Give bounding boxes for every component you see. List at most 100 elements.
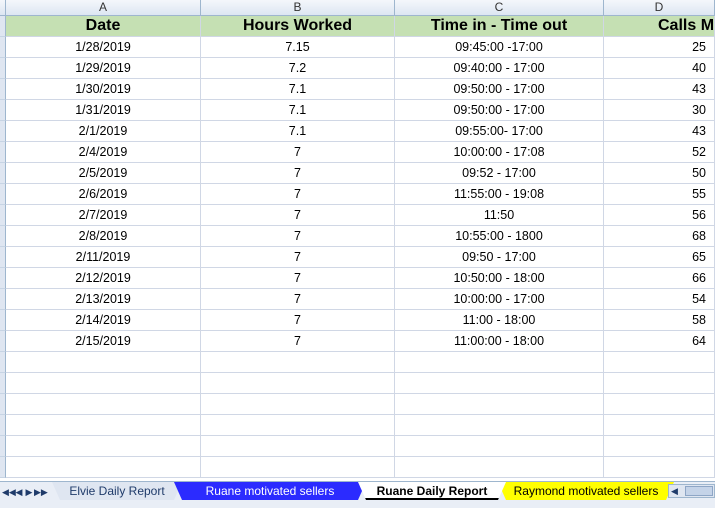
header-cell-date[interactable]: Date — [6, 16, 201, 37]
cell-hours[interactable]: 7.15 — [201, 37, 395, 58]
cell-time[interactable] — [395, 373, 604, 394]
cell-hours[interactable]: 7.1 — [201, 79, 395, 100]
cell-time[interactable]: 09:40:00 - 17:00 — [395, 58, 604, 79]
cell-date[interactable]: 2/12/2019 — [6, 268, 201, 289]
tab-raymond-motivated-sellers[interactable]: Raymond motivated sellers — [498, 482, 674, 500]
header-cell-time[interactable]: Time in - Time out — [395, 16, 604, 37]
cell-date[interactable]: 1/31/2019 — [6, 100, 201, 121]
cell-calls[interactable]: 43 — [604, 79, 715, 100]
cell-calls[interactable]: 43 — [604, 121, 715, 142]
cell-date[interactable] — [6, 373, 201, 394]
cell-date[interactable]: 2/8/2019 — [6, 226, 201, 247]
tab-ruane-motivated-sellers[interactable]: Ruane motivated sellers — [174, 482, 366, 500]
header-cell-hours[interactable]: Hours Worked — [201, 16, 395, 37]
cell-date[interactable]: 2/11/2019 — [6, 247, 201, 268]
cell-calls[interactable]: 55 — [604, 184, 715, 205]
cell-time[interactable]: 10:50:00 - 18:00 — [395, 268, 604, 289]
cell-time[interactable] — [395, 394, 604, 415]
cell-time[interactable]: 11:00:00 - 18:00 — [395, 331, 604, 352]
cell-date[interactable] — [6, 394, 201, 415]
cell-time[interactable]: 11:00 - 18:00 — [395, 310, 604, 331]
cell-calls[interactable] — [604, 436, 715, 457]
cell-time[interactable]: 09:50 - 17:00 — [395, 247, 604, 268]
cell-calls[interactable]: 65 — [604, 247, 715, 268]
cell-calls[interactable]: 58 — [604, 310, 715, 331]
cell-date[interactable]: 2/4/2019 — [6, 142, 201, 163]
cell-hours[interactable] — [201, 436, 395, 457]
cell-time[interactable]: 10:00:00 - 17:00 — [395, 289, 604, 310]
cell-calls[interactable] — [604, 352, 715, 373]
cell-hours[interactable]: 7 — [201, 289, 395, 310]
column-header-b[interactable]: B — [201, 0, 395, 16]
column-header-d[interactable]: D — [604, 0, 715, 16]
cell-calls[interactable]: 40 — [604, 58, 715, 79]
scroll-thumb[interactable] — [685, 486, 713, 496]
cell-time[interactable]: 11:50 — [395, 205, 604, 226]
cell-time[interactable]: 10:00:00 - 17:08 — [395, 142, 604, 163]
cell-calls[interactable]: 50 — [604, 163, 715, 184]
cell-date[interactable]: 2/13/2019 — [6, 289, 201, 310]
cell-date[interactable] — [6, 436, 201, 457]
cell-time[interactable]: 09:50:00 - 17:00 — [395, 79, 604, 100]
cell-hours[interactable]: 7 — [201, 226, 395, 247]
cell-hours[interactable] — [201, 373, 395, 394]
cell-date[interactable]: 2/1/2019 — [6, 121, 201, 142]
header-cell-calls[interactable]: Calls Ma — [604, 16, 715, 37]
cell-date[interactable] — [6, 457, 201, 478]
cell-time[interactable]: 09:55:00- 17:00 — [395, 121, 604, 142]
cell-hours[interactable]: 7 — [201, 205, 395, 226]
cell-calls[interactable]: 64 — [604, 331, 715, 352]
cell-hours[interactable]: 7 — [201, 247, 395, 268]
column-header-c[interactable]: C — [395, 0, 604, 16]
tab-elvie-daily-report[interactable]: Elvie Daily Report — [52, 482, 182, 500]
cell-time[interactable]: 10:55:00 - 1800 — [395, 226, 604, 247]
cell-time[interactable]: 11:55:00 - 19:08 — [395, 184, 604, 205]
scroll-left-icon[interactable]: ◀ — [671, 485, 678, 497]
cell-hours[interactable] — [201, 457, 395, 478]
cell-hours[interactable]: 7 — [201, 142, 395, 163]
cell-hours[interactable] — [201, 415, 395, 436]
cell-calls[interactable] — [604, 415, 715, 436]
cell-calls[interactable] — [604, 457, 715, 478]
cell-date[interactable]: 2/7/2019 — [6, 205, 201, 226]
cell-calls[interactable] — [604, 394, 715, 415]
cell-date[interactable]: 2/14/2019 — [6, 310, 201, 331]
cell-date[interactable]: 2/15/2019 — [6, 331, 201, 352]
cell-time[interactable]: 09:45:00 -17:00 — [395, 37, 604, 58]
cell-time[interactable] — [395, 352, 604, 373]
cell-time[interactable] — [395, 457, 604, 478]
cell-hours[interactable]: 7 — [201, 163, 395, 184]
cell-calls[interactable]: 68 — [604, 226, 715, 247]
cell-time[interactable]: 09:50:00 - 17:00 — [395, 100, 604, 121]
cell-hours[interactable]: 7 — [201, 184, 395, 205]
next-sheet-icon[interactable]: ▶ — [24, 485, 34, 499]
cell-calls[interactable]: 30 — [604, 100, 715, 121]
cell-time[interactable]: 09:52 - 17:00 — [395, 163, 604, 184]
cell-hours[interactable]: 7.2 — [201, 58, 395, 79]
cell-hours[interactable]: 7.1 — [201, 121, 395, 142]
column-header-a[interactable]: A — [6, 0, 201, 16]
cell-date[interactable] — [6, 415, 201, 436]
cell-date[interactable]: 2/5/2019 — [6, 163, 201, 184]
cell-hours[interactable] — [201, 352, 395, 373]
cell-calls[interactable]: 66 — [604, 268, 715, 289]
tab-ruane-daily-report[interactable]: Ruane Daily Report — [358, 482, 506, 500]
cell-hours[interactable]: 7 — [201, 268, 395, 289]
cell-calls[interactable]: 52 — [604, 142, 715, 163]
horizontal-scrollbar[interactable]: ◀ — [668, 484, 715, 498]
cell-date[interactable] — [6, 352, 201, 373]
prev-sheet-icon[interactable]: ◀ — [14, 485, 24, 499]
cell-hours[interactable]: 7.1 — [201, 100, 395, 121]
cell-calls[interactable]: 56 — [604, 205, 715, 226]
cell-calls[interactable] — [604, 373, 715, 394]
cell-hours[interactable] — [201, 394, 395, 415]
cell-date[interactable]: 2/6/2019 — [6, 184, 201, 205]
cell-time[interactable] — [395, 436, 604, 457]
cell-date[interactable]: 1/30/2019 — [6, 79, 201, 100]
cell-date[interactable]: 1/28/2019 — [6, 37, 201, 58]
cell-calls[interactable]: 25 — [604, 37, 715, 58]
cell-calls[interactable]: 54 — [604, 289, 715, 310]
cell-date[interactable]: 1/29/2019 — [6, 58, 201, 79]
last-sheet-icon[interactable]: ▶▶ — [34, 485, 48, 499]
cell-hours[interactable]: 7 — [201, 310, 395, 331]
